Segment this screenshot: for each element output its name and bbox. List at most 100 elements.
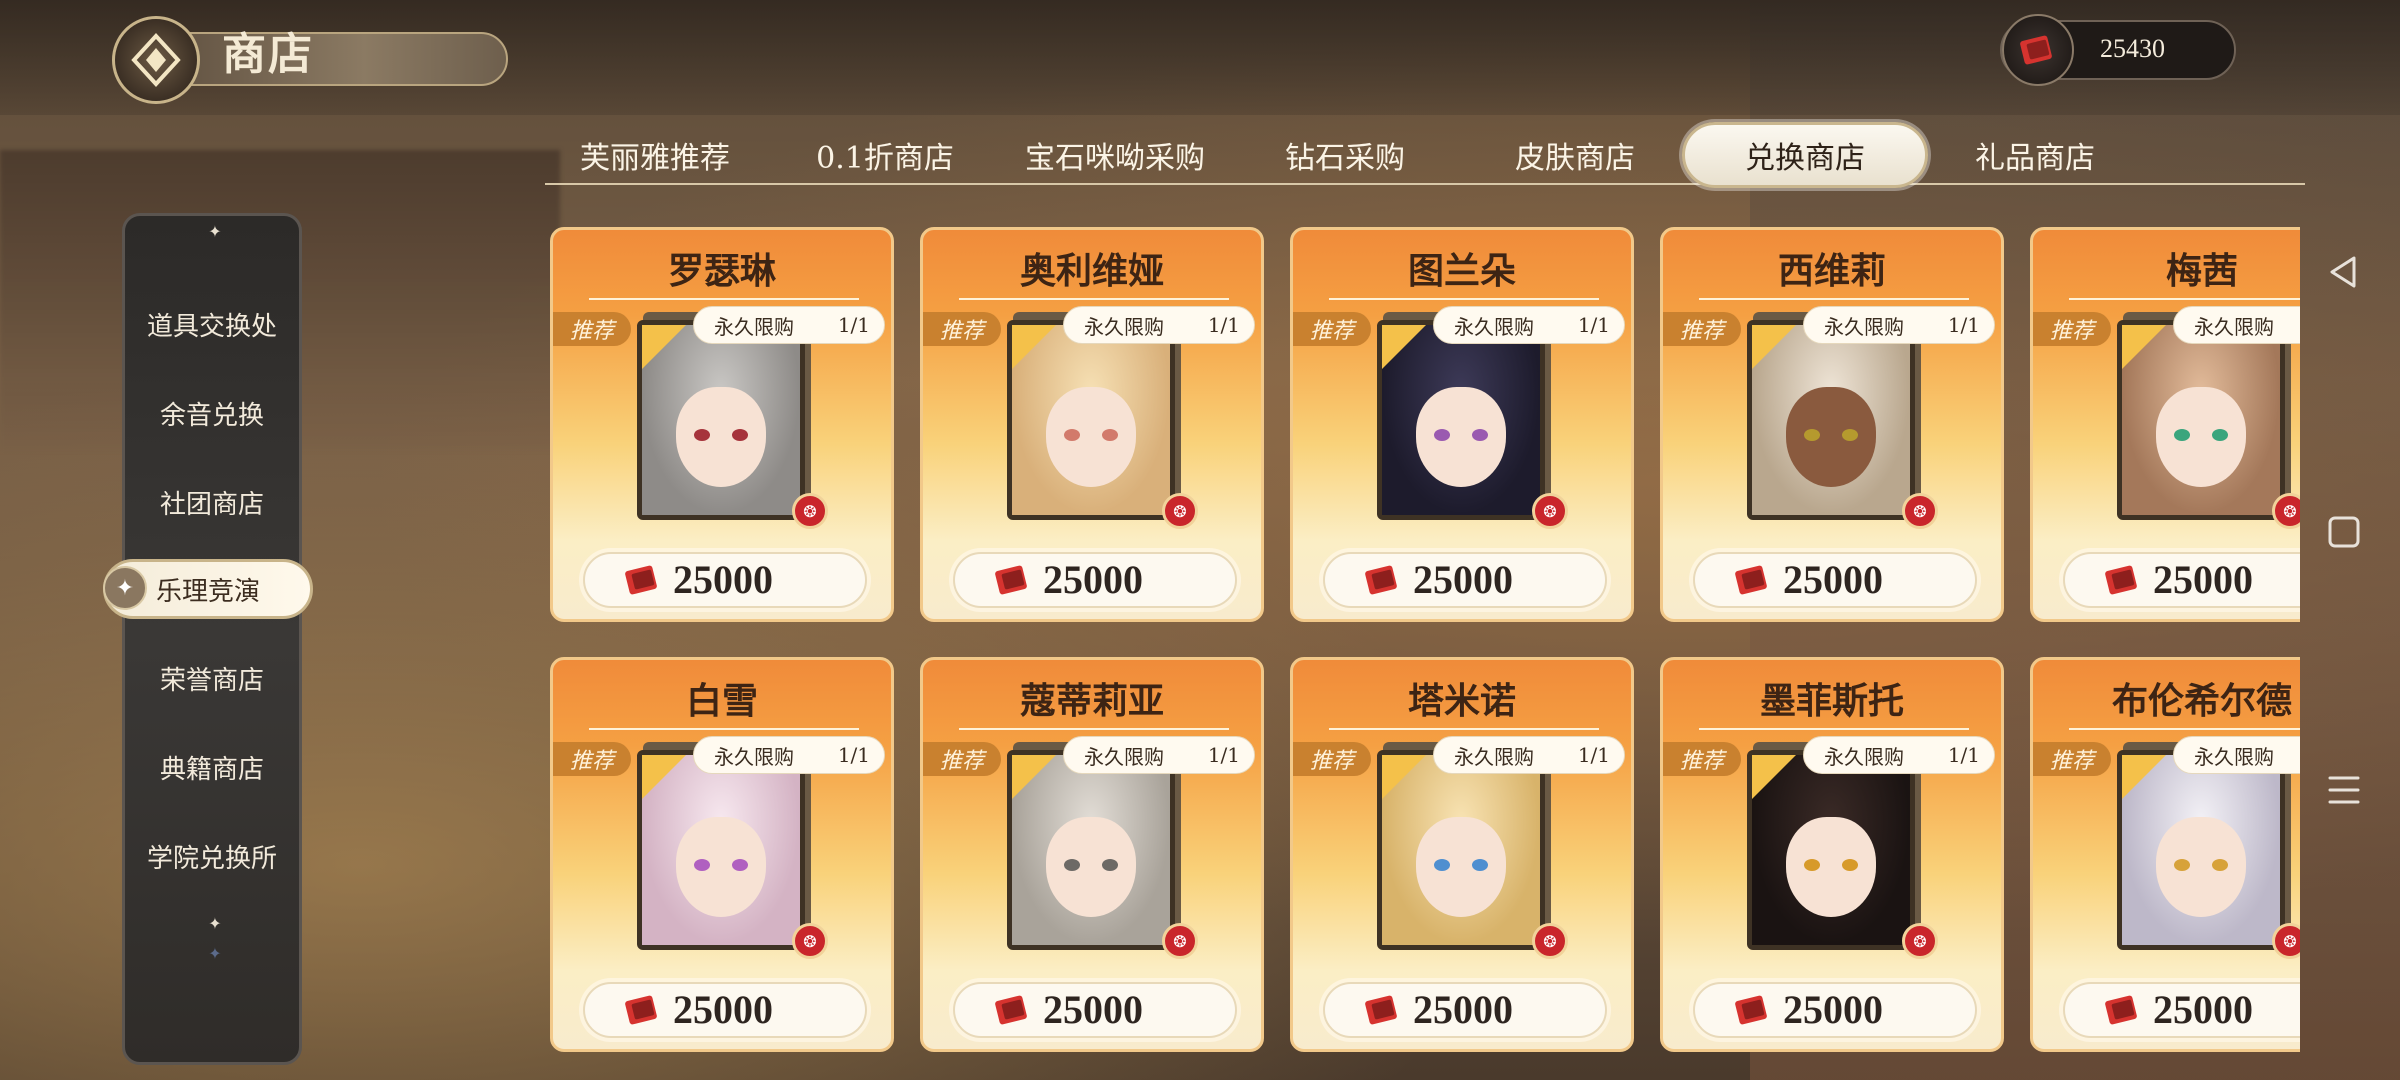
seal-icon: ❂ — [1532, 923, 1568, 959]
red-book-icon — [2002, 14, 2074, 86]
shop-card[interactable]: 西维莉 推荐 ❂ 永久限购 1/1 25000 — [1660, 227, 2004, 622]
limit-count: 1/1 — [1577, 313, 1610, 337]
shop-card[interactable]: 蔻蒂莉亚 推荐 ❂ 永久限购 1/1 25000 — [920, 657, 1264, 1052]
title-plate — [150, 32, 508, 86]
character-name: 梅茜 — [2165, 250, 2238, 292]
shop-tabs: 芙丽雅推荐 0.1折商店 宝石咪呦采购 钻石采购 皮肤商店 兑换商店 礼品商店 — [540, 122, 2310, 190]
sidebar-item-academy-exchange[interactable]: 学院兑换所 — [125, 826, 299, 886]
eye — [1434, 429, 1450, 441]
limit-label: 永久限购 — [1084, 744, 1164, 769]
price: 25000 — [673, 557, 773, 602]
eye — [694, 429, 710, 441]
shop-card[interactable]: 图兰朵 推荐 ❂ 永久限购 1/1 25000 — [1290, 227, 1634, 622]
divider — [959, 728, 1229, 730]
limit-label: 永久限购 — [2194, 314, 2274, 339]
sidebar: ✦ 道具交换处 余音兑换 社团商店 乐理竞演 荣誉商店 典籍商店 学院兑换所 ✦… — [103, 213, 313, 1065]
eye — [694, 859, 710, 871]
eye — [1842, 859, 1858, 871]
purchase-limit: 永久限购1/1 — [1433, 306, 1625, 344]
limit-count: 1/1 — [837, 313, 870, 337]
character-portrait: ❂ — [1747, 750, 1938, 959]
purchase-limit: 永久限购1/1 — [2173, 736, 2300, 774]
character-portrait: ❂ — [637, 750, 828, 959]
sidebar-item-club-shop[interactable]: 社团商店 — [125, 472, 299, 532]
character-name: 墨菲斯托 — [1759, 680, 1904, 722]
back-emblem-button[interactable] — [112, 16, 200, 104]
shop-card[interactable]: 墨菲斯托 推荐 ❂ 永久限购 1/1 25000 — [1660, 657, 2004, 1052]
price: 25000 — [2153, 557, 2253, 602]
character-portrait: ❂ — [1007, 320, 1198, 529]
tab-gem-purchase[interactable]: 宝石咪呦采购 — [1000, 122, 1230, 188]
limit-label: 永久限购 — [714, 744, 794, 769]
face — [1416, 817, 1506, 917]
face — [676, 387, 766, 487]
eye — [732, 859, 748, 871]
character-portrait: ❂ — [1377, 320, 1568, 529]
seal-icon: ❂ — [792, 493, 828, 529]
tab-freya-recommend[interactable]: 芙丽雅推荐 — [540, 122, 770, 188]
face — [2156, 387, 2246, 487]
eye — [1102, 429, 1118, 441]
shop-diamond-icon — [131, 33, 181, 87]
shop-card[interactable]: 梅茜 推荐 ❂ 永久限购1/1 25000 — [2030, 227, 2300, 622]
seal-icon: ❂ — [1902, 923, 1938, 959]
triangle-back-icon[interactable] — [2322, 250, 2366, 294]
tab-diamond-purchase[interactable]: 钻石采购 — [1230, 122, 1460, 188]
divider — [1699, 728, 1969, 730]
tab-exchange-shop[interactable]: 兑换商店 — [1682, 122, 1928, 188]
tab-discount-shop[interactable]: 0.1折商店 — [770, 122, 1000, 188]
sidebar-item-classics-shop[interactable]: 典籍商店 — [125, 737, 299, 797]
limit-count: 1/1 — [837, 743, 870, 767]
sidebar-item-honor-shop[interactable]: 荣誉商店 — [125, 648, 299, 708]
character-name: 西维莉 — [1777, 250, 1886, 292]
sidebar-item-prop-exchange[interactable]: 道具交换处 — [125, 294, 299, 354]
eye — [1804, 429, 1820, 441]
eye — [1472, 429, 1488, 441]
tab-skin-shop[interactable]: 皮肤商店 — [1460, 122, 1690, 188]
recommend-badge: 推荐 — [1293, 742, 1371, 776]
hamburger-menu-icon[interactable] — [2322, 768, 2366, 812]
purchase-limit: 永久限购 1/1 — [1063, 736, 1255, 774]
limit-label: 永久限购 — [2194, 744, 2274, 769]
shop-card[interactable]: 奥利维娅 推荐 ❂ 永久限购 1/1 25000 — [920, 227, 1264, 622]
square-home-icon[interactable] — [2322, 510, 2366, 554]
eye — [2212, 859, 2228, 871]
face — [1046, 387, 1136, 487]
shop-card[interactable]: 罗瑟琳 推荐 ❂ 永久限购 1/1 25000 — [550, 227, 894, 622]
face — [676, 817, 766, 917]
eye — [1434, 859, 1450, 871]
character-name: 蔻蒂莉亚 — [1019, 680, 1164, 722]
shop-card[interactable]: 白雪 推荐 ❂ 永久限购 1/1 25000 — [550, 657, 894, 1052]
shop-card[interactable]: 塔米诺 推荐 ❂ 永久限购 1/1 25000 — [1290, 657, 1634, 1052]
purchase-limit: 永久限购1/1 — [1803, 306, 1995, 344]
eye — [2174, 859, 2190, 871]
divider — [1699, 298, 1969, 300]
sidebar-item-echo-exchange[interactable]: 余音兑换 — [125, 383, 299, 443]
purchase-limit: 永久限购1/1 — [693, 306, 885, 344]
limit-label: 永久限购 — [1084, 314, 1164, 339]
character-portrait: ❂ — [2117, 750, 2300, 959]
diamond-ornament-icon: ✦ — [208, 944, 222, 963]
eye — [1064, 859, 1080, 871]
recommend-badge: 推荐 — [2033, 312, 2111, 346]
price: 25000 — [1043, 557, 1143, 602]
red-book-icon — [1365, 565, 1397, 595]
star-ornament-icon: ✦ — [208, 914, 222, 933]
recommend-badge: 推荐 — [923, 312, 1001, 346]
limit-count: 1/1 — [1207, 743, 1240, 767]
eye — [732, 429, 748, 441]
divider — [1329, 728, 1599, 730]
shop-card[interactable]: 布伦希尔德 推荐 ❂ 永久限购1/1 25000 — [2030, 657, 2300, 1052]
tab-gift-shop[interactable]: 礼品商店 — [1920, 122, 2150, 188]
red-book-icon — [1735, 565, 1767, 595]
eye — [1472, 859, 1488, 871]
corner-ribbon — [1382, 325, 1426, 369]
character-portrait: ❂ — [1747, 320, 1938, 529]
limit-count: 1/1 — [1947, 743, 1980, 767]
red-book-icon — [2105, 565, 2137, 595]
recommend-badge: 推荐 — [2033, 742, 2111, 776]
eye — [1102, 859, 1118, 871]
purchase-limit: 永久限购 1/1 — [693, 736, 885, 774]
recommend-badge: 推荐 — [553, 742, 631, 776]
character-portrait: ❂ — [1377, 750, 1568, 959]
